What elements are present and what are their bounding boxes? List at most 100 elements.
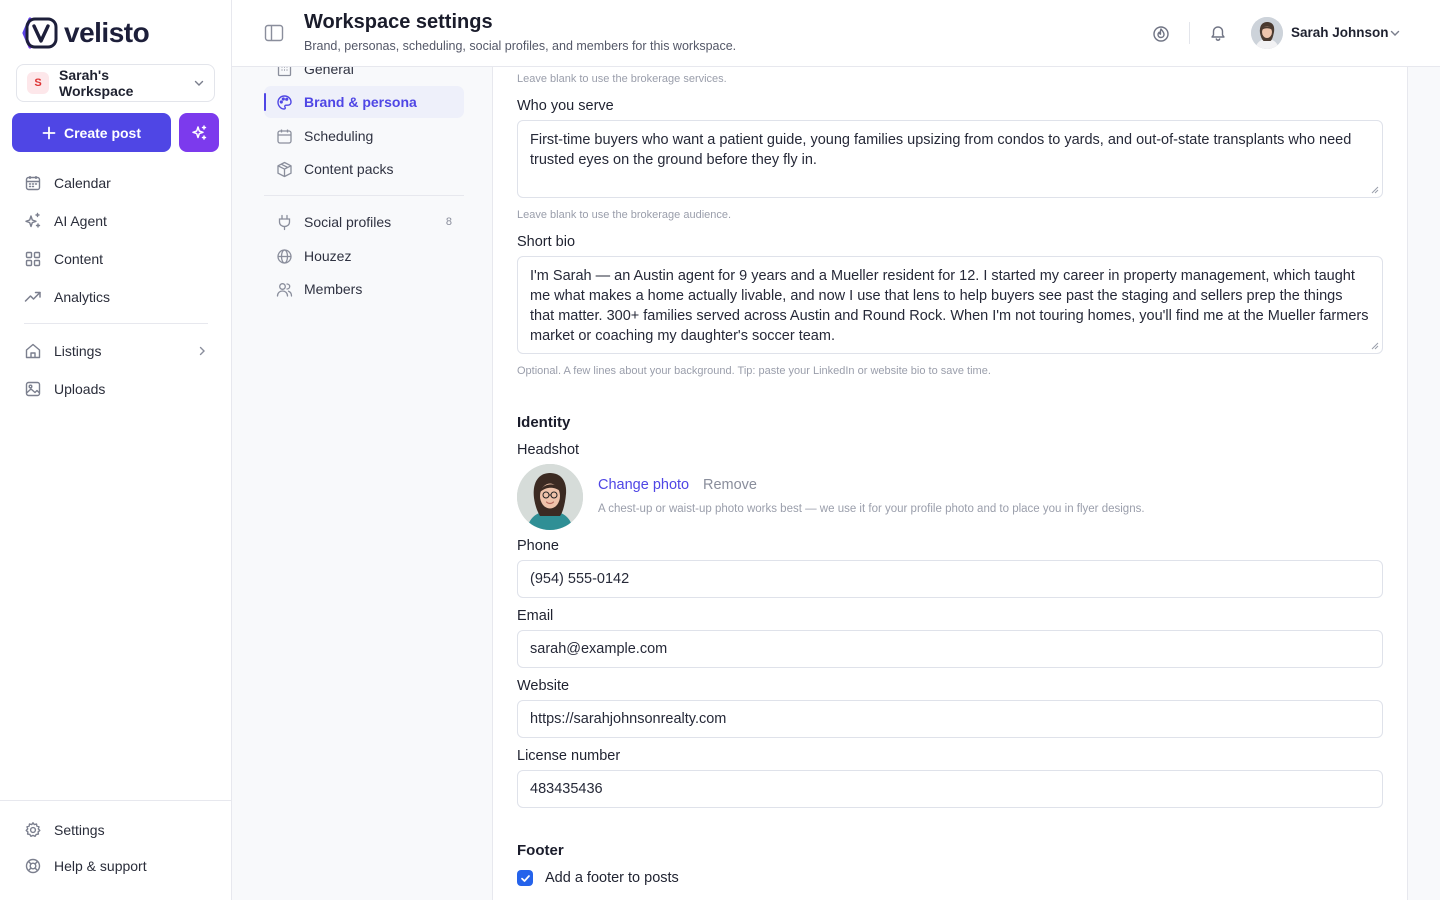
settings-panel: Leave blank to use the brokerage service… [492, 67, 1408, 900]
subnav-label: Brand & persona [304, 94, 417, 110]
short-bio-hint: Optional. A few lines about your backgro… [517, 365, 991, 377]
nav-item-settings[interactable]: Settings [12, 812, 219, 848]
workspace-name: Sarah's Workspace [59, 67, 134, 99]
sparkles-icon [25, 212, 41, 228]
subnav-item-social-profiles[interactable]: Social profiles 8 [264, 206, 464, 238]
resize-handle-icon[interactable] [1371, 342, 1379, 350]
short-bio-label: Short bio [517, 234, 576, 250]
create-post-label: Create post [63, 124, 142, 141]
website-value: https://sarahjohnsonrealty.com [530, 711, 727, 727]
flame-icon[interactable] [1152, 24, 1170, 42]
headshot-photo [517, 464, 583, 530]
brand-name: velisto [64, 17, 150, 48]
who-you-serve-label: Who you serve [517, 98, 614, 114]
create-post-button[interactable]: Create post [12, 113, 171, 152]
workspace-switcher[interactable]: S Sarah's Workspace [16, 64, 215, 102]
footer-checkbox-label: Add a footer to posts [545, 870, 679, 886]
package-icon [277, 161, 292, 177]
palette-icon [277, 94, 292, 110]
plus-icon [42, 126, 56, 139]
email-label: Email [517, 608, 554, 624]
secondary-nav: Listings Uploads [12, 332, 219, 408]
image-icon [25, 381, 41, 397]
footer-checkbox-row[interactable]: Add a footer to posts [517, 870, 679, 886]
who-you-serve-value: First-time buyers who want a patient gui… [530, 132, 1352, 168]
sidebar-divider [24, 323, 208, 324]
nav-label: Content [54, 251, 104, 267]
who-you-serve-hint: Leave blank to use the brokerage audienc… [517, 209, 732, 221]
nav-item-analytics[interactable]: Analytics [12, 278, 219, 316]
main-nav: Calendar AI Agent Content Analytics [12, 164, 219, 316]
user-avatar[interactable] [1251, 17, 1283, 49]
sidebar-bottom-divider [0, 800, 232, 801]
top-header: Workspace settings Brand, personas, sche… [232, 0, 1440, 67]
footer-checkbox[interactable] [517, 870, 533, 886]
header-separator [1189, 22, 1190, 44]
bottom-nav: Settings Help & support [12, 812, 219, 884]
email-input[interactable]: sarah@example.com [517, 630, 1383, 668]
change-photo-link[interactable]: Change photo [598, 477, 689, 493]
nav-item-ai-agent[interactable]: AI Agent [12, 202, 219, 240]
subnav-label: Scheduling [304, 128, 374, 144]
page-title: Workspace settings [304, 11, 493, 33]
nav-item-help[interactable]: Help & support [12, 848, 219, 884]
who-you-serve-textarea[interactable]: First-time buyers who want a patient gui… [517, 120, 1383, 198]
sidebar: velisto S Sarah's Workspace Create post … [0, 0, 232, 900]
footer-section-title: Footer [517, 842, 564, 859]
email-value: sarah@example.com [530, 641, 668, 657]
social-profiles-count: 8 [445, 216, 452, 228]
check-icon [520, 874, 530, 882]
short-bio-textarea[interactable]: I'm Sarah — an Austin agent for 9 years … [517, 256, 1383, 354]
calendar-icon [277, 129, 292, 144]
subnav-item-houzez[interactable]: Houzez [264, 240, 464, 272]
headshot-hint: A chest-up or waist-up photo works best … [598, 503, 1145, 515]
subnav-item-members[interactable]: Members [264, 273, 464, 305]
nav-item-calendar[interactable]: Calendar [12, 164, 219, 202]
subnav-label: Social profiles [304, 214, 392, 230]
subnav-label: Members [304, 281, 363, 297]
user-avatar-photo [1251, 17, 1283, 49]
nav-label: Settings [54, 822, 105, 838]
calendar-icon [25, 176, 41, 191]
headshot-avatar[interactable] [517, 464, 583, 530]
phone-input[interactable]: (954) 555-0142 [517, 560, 1383, 598]
short-bio-value: I'm Sarah — an Austin agent for 9 years … [530, 268, 1369, 344]
users-icon [276, 282, 293, 297]
phone-value: (954) 555-0142 [530, 571, 630, 587]
nav-label: AI Agent [54, 213, 107, 229]
nav-label: Uploads [54, 381, 106, 397]
subnav-label: Houzez [304, 248, 352, 264]
trending-up-icon [24, 291, 41, 302]
nav-label: Help & support [54, 858, 147, 874]
bell-icon[interactable] [1209, 24, 1227, 42]
sparkles-icon [192, 124, 207, 140]
subnav-item-brand-persona[interactable]: Brand & persona [264, 86, 464, 118]
plug-icon [278, 214, 291, 230]
subnav-label: Content packs [304, 161, 394, 177]
license-input[interactable]: 483435436 [517, 770, 1383, 808]
remove-photo-link[interactable]: Remove [703, 477, 757, 493]
home-icon [25, 343, 41, 359]
website-label: Website [517, 678, 570, 694]
phone-label: Phone [517, 538, 559, 554]
logo[interactable]: velisto [22, 16, 150, 50]
gear-icon [25, 822, 41, 837]
user-name[interactable]: Sarah Johnson [1291, 25, 1389, 40]
license-value: 483435436 [530, 781, 603, 797]
chevron-right-icon [199, 346, 205, 356]
nav-label: Listings [54, 343, 102, 359]
chevron-down-icon[interactable] [1390, 28, 1400, 38]
subnav-item-scheduling[interactable]: Scheduling [264, 120, 464, 152]
website-input[interactable]: https://sarahjohnsonrealty.com [517, 700, 1383, 738]
sidebar-toggle-icon[interactable] [264, 24, 284, 42]
nav-label: Calendar [54, 175, 111, 191]
grid-icon [25, 251, 41, 267]
nav-item-content[interactable]: Content [12, 240, 219, 278]
velisto-logo-icon [22, 17, 58, 49]
subnav-item-content-packs[interactable]: Content packs [264, 153, 464, 185]
globe-icon [277, 248, 292, 264]
resize-handle-icon[interactable] [1371, 186, 1379, 194]
nav-item-uploads[interactable]: Uploads [12, 370, 219, 408]
nav-item-listings[interactable]: Listings [12, 332, 219, 370]
ai-generate-button[interactable] [179, 113, 219, 152]
